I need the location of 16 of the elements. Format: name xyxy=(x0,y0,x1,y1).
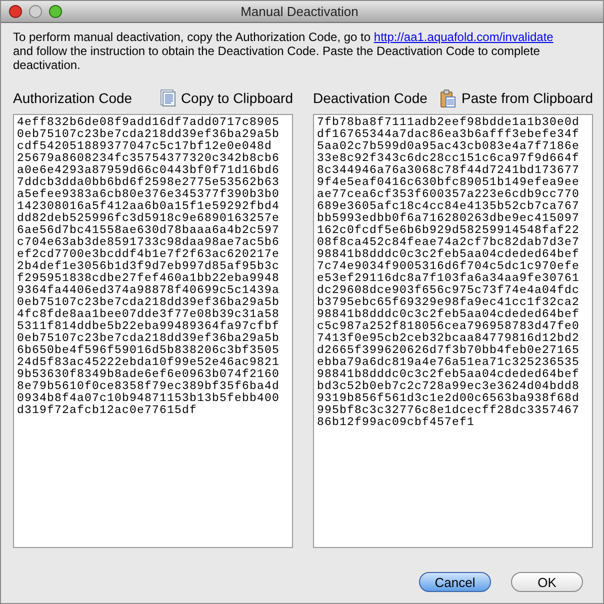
copy-button[interactable]: Copy to Clipboard xyxy=(160,88,293,108)
minimize-button[interactable] xyxy=(29,5,42,18)
field-label: Authorization Code xyxy=(13,88,132,108)
dialog-button[interactable]: Cancel xyxy=(419,572,491,592)
window-title: Manual Deactivation xyxy=(240,2,358,21)
invalidate-link[interactable]: http://aa1.aquafold.com/invalidate xyxy=(374,30,554,44)
code-field[interactable]: 7fb78ba8f7111adb2eef98bdde1a1b30e0d df16765344a7dac86ea3b6afff3ebefe34f 5aa02c7b599d0a95ac43cb083e4a7f7186e 33e8c92f343c6dc28cc151c6ca97f9d664f 8c344946a76a3068c78f44d7241bd173677 9f4e5eaf0416c630bfc89051b149efea9ee ae77cea6cf353f600357a223e6cdb9cc770 689e3605afc18c4cc84e4135b52cb7ca767 bb5993edbb0f6a716280263dbe9ec415097 162c0fcdf5e6b6b929d58259914548faf22 08f8ca452c84feae74a2cf7bc82dab7d3e7 98841b8dddc0c3c2feb5aa04cdeded64bef 7c74e9034f9005316d6f704c5dc1c970efe e53ef29116dc8a7f103fa6a34aa9fe30761 dc29608dce903f656c975c73f74e4a04fdc b3795ebc65f69329e98fa9ec41cc1f32ca2 98841b8dddc0c3c2feb5aa04cdeded64bef c5c987a252f818056cea796958783d47fe0 7413f0e95cb2ceb32bcaa84779816d12bd2 d2665f399620626d7f3b70bb4feb0e27165 ebba79a6dc819a4e76a51ea71c325236535 98841b8dddc0c3c2feb5aa04cdeded64bef bd3c52b0eb7c2c728a99ec3e3624d04bdd8 9319b856f561d3c1e2d00c6563ba938f68d 995bf8c3c32776c8e1dcecff28dc3357467 86b12f99ac09cbf457ef1 xyxy=(313,114,593,548)
instructions-text: To perform manual deactivation, copy the Authorization Code, go to http://aa1.aquafold.com/invalidate and follow the instruction to obtain the Deactivation Code. Paste the Deactivation Code to complete deactivation. xyxy=(13,30,554,72)
field-label: Deactivation Code xyxy=(313,88,428,108)
document-icon xyxy=(160,89,176,107)
close-button[interactable] xyxy=(9,5,22,18)
code-field[interactable]: 4eff832b6de08f9add16df7add0717c8905 0eb75107c23be7cda218dd39ef36ba29a5b cdf542051889377047c5c17bf12e0e048d 25679a8608234fc35754377320c342b8cb6 a0e6e4293a87959d66c0443bf0f71d16bd6 7ddcb3dda0bb6bd6f2598e2775e53562b63 a5efee9383a6cb80e376e345377f390b3b0 142308016a5f412aa6b0a15f1e59292fbd4 dd82deb525996fc3d5918c9e6890163257e 6ae56d7bc41558ae630d78baaa6a4b2c597 c704e63ab3de8591733c98daa98ae7ac5b6 ef2cd7700e3bcddf4b1e7f2f63ac620217e 2b4def1e3056b1d3f9d7eb997d85af95b3c f295951838cdbe27fef460a1bb22eba9948 9364fa4406ed374a98878f40699c5c1439a 0eb75107c23be7cda218dd39ef36ba29a5b 4fc8fde8aa1bee07dde3f77e08b39c31a58 5311f814ddbe5b22eba99489364fa97cfbf 0eb75107c23be7cda218dd39ef36ba29a5b 6b650be4f596f59016d5b838206c3bf3505 24d5f83ac45222ebda10f99e52e46ac9821 9b53630f8349b8ade6ef6e0963b074f2160 8e79b5610f0ce8358f79ec389bf35f6ba4d 0934b8f4a07c10b94871153b13b5febb400 d319f72afcb12ac0e77615df xyxy=(13,114,293,548)
zoom-button[interactable] xyxy=(49,5,62,18)
clipboard-icon xyxy=(440,88,456,108)
dialog-button[interactable]: OK xyxy=(511,572,583,592)
paste-button[interactable]: Paste from Clipboard xyxy=(440,88,593,108)
